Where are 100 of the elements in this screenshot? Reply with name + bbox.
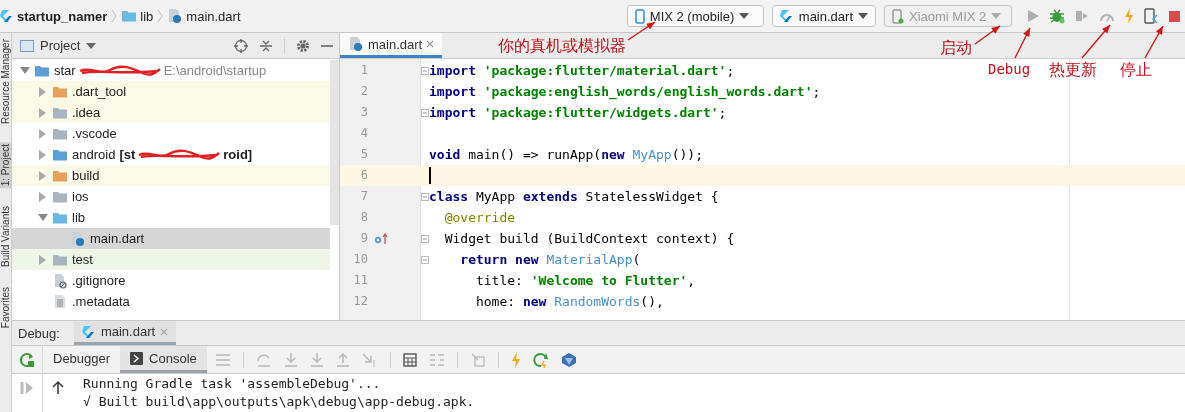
line-number: 6: [359, 167, 368, 184]
chevron-icon: [157, 9, 164, 23]
fold-icon[interactable]: [420, 234, 429, 243]
stop-icon[interactable]: [1168, 9, 1181, 23]
line-number: 8: [359, 209, 368, 226]
tree-item[interactable]: star E:\android\startup: [12, 60, 330, 81]
annotation-arrow: [627, 21, 656, 41]
debug-tab[interactable]: Debugger: [43, 346, 121, 373]
side-tool-tab[interactable]: Favorites: [0, 285, 11, 331]
project-view-dropdown[interactable]: Project: [20, 38, 97, 53]
override-marker-icon[interactable]: [374, 232, 388, 245]
collapsed-arrow-icon[interactable]: [39, 128, 47, 139]
code-line: import 'package:flutter/material.dart';: [429, 62, 735, 80]
rerun-icon[interactable]: [19, 351, 35, 368]
tree-item[interactable]: ios: [12, 186, 330, 207]
flutter-icon: [779, 8, 794, 24]
annotation-label: Debug: [988, 61, 1031, 77]
caret-icon: [739, 13, 750, 19]
line-number: 4: [359, 125, 368, 142]
annotation-arrow: [974, 25, 1001, 45]
code-line: import 'package:flutter/widgets.dart';: [429, 104, 727, 122]
fold-icon[interactable]: [420, 192, 429, 201]
side-tool-tab[interactable]: Resource Manager: [0, 37, 11, 127]
line-number: 5: [359, 146, 368, 163]
annotation-label: 启动: [940, 39, 972, 57]
expanded-arrow-icon[interactable]: [20, 66, 30, 75]
close-icon[interactable]: [160, 327, 169, 336]
collapsed-arrow-icon[interactable]: [39, 86, 47, 97]
annotation-label: 停止: [1120, 61, 1152, 79]
breadcrumb-item[interactable]: main.dart: [167, 8, 241, 24]
ignore-file-icon: [52, 272, 68, 289]
console-line: Running Gradle task 'assembleDebug'...: [83, 375, 382, 393]
annotation-arrow: [1081, 24, 1111, 59]
code-line: import 'package:english_words/english_words.dart';: [429, 83, 821, 102]
tree-item[interactable]: .dart_tool: [12, 81, 330, 102]
breadcrumb-item[interactable]: lib: [121, 8, 154, 24]
code-line: title: 'Welcome to Flutter',: [474, 272, 696, 290]
code-line: Widget build (BuildContext context) {: [443, 230, 735, 248]
collapsed-arrow-icon[interactable]: [39, 107, 47, 118]
tree-item[interactable]: main.dart: [12, 228, 330, 249]
scroll-up-icon[interactable]: [52, 380, 64, 394]
line-number: 7: [359, 188, 368, 205]
annotation-arrow: [1014, 27, 1031, 59]
code-line: void main() => runApp(new MyApp());: [429, 146, 703, 164]
side-tool-tab[interactable]: 1: Project: [0, 142, 11, 189]
tree-item[interactable]: .gitignore: [12, 270, 330, 291]
fold-icon[interactable]: [420, 66, 429, 75]
debug-tab[interactable]: Console: [120, 346, 207, 373]
lightning-icon[interactable]: [510, 351, 521, 368]
tree-item[interactable]: android [st roid]: [12, 144, 330, 165]
lightning-icon[interactable]: [1124, 8, 1134, 24]
scrollbar[interactable]: [330, 60, 339, 225]
editor-tab[interactable]: main.dart: [340, 33, 443, 58]
tree-item[interactable]: .vscode: [12, 123, 330, 144]
line-number: 9: [359, 230, 368, 247]
bug-icon[interactable]: [1049, 8, 1065, 24]
tree-item[interactable]: .idea: [12, 102, 330, 123]
collapsed-arrow-icon[interactable]: [39, 191, 47, 202]
folder-icon: [121, 8, 138, 24]
device-dropdown[interactable]: MIX 2 (mobile): [626, 5, 764, 27]
code-line: home: new RandomWords(),: [474, 293, 664, 311]
line-number: 10: [352, 251, 368, 268]
locate-icon[interactable]: [234, 38, 248, 53]
dart-file-icon: [70, 230, 86, 247]
devtools-icon[interactable]: [560, 351, 577, 368]
collapsed-arrow-icon[interactable]: [39, 149, 47, 160]
line-number: 2: [359, 83, 368, 100]
tree-item[interactable]: .metadata: [12, 291, 330, 312]
settings-icon[interactable]: [296, 38, 310, 53]
close-icon[interactable]: [426, 40, 435, 48]
flutter-icon: [81, 323, 96, 340]
tree-item[interactable]: test: [12, 249, 330, 270]
target-dropdown: Xiaomi MIX 2: [884, 5, 1012, 27]
line-number: 1: [359, 62, 368, 79]
collapsed-arrow-icon[interactable]: [39, 170, 47, 181]
code-line: return new MaterialApp(: [459, 251, 641, 269]
run-config-dropdown[interactable]: main.dart: [771, 5, 876, 27]
flutter-icon: [0, 8, 14, 24]
restart-icon[interactable]: [532, 351, 549, 368]
fold-icon[interactable]: [420, 255, 429, 264]
expanded-arrow-icon[interactable]: [38, 213, 48, 222]
tree-item[interactable]: build: [12, 165, 330, 186]
annotation-arrow: [1144, 25, 1164, 59]
code-line: @override: [443, 209, 516, 227]
collapse-icon[interactable]: [259, 38, 273, 53]
side-tool-tab[interactable]: Build Variants: [0, 204, 11, 270]
phone-inspect-icon[interactable]: [1143, 8, 1159, 24]
collapsed-arrow-icon[interactable]: [39, 254, 47, 265]
fold-icon[interactable]: [420, 108, 429, 117]
text-cursor: [429, 167, 431, 184]
console-icon: [130, 351, 144, 365]
dart-file-icon: [167, 8, 184, 24]
dart-file-icon: [348, 36, 364, 52]
line-number: 12: [352, 293, 368, 310]
tree-item[interactable]: lib: [12, 207, 330, 228]
calculator-icon[interactable]: [402, 352, 417, 367]
line-number: 11: [352, 272, 368, 289]
resume-icon[interactable]: [20, 380, 34, 396]
breadcrumb-item[interactable]: startup_namer: [0, 8, 108, 24]
debug-session-tab[interactable]: main.dart: [73, 321, 177, 345]
